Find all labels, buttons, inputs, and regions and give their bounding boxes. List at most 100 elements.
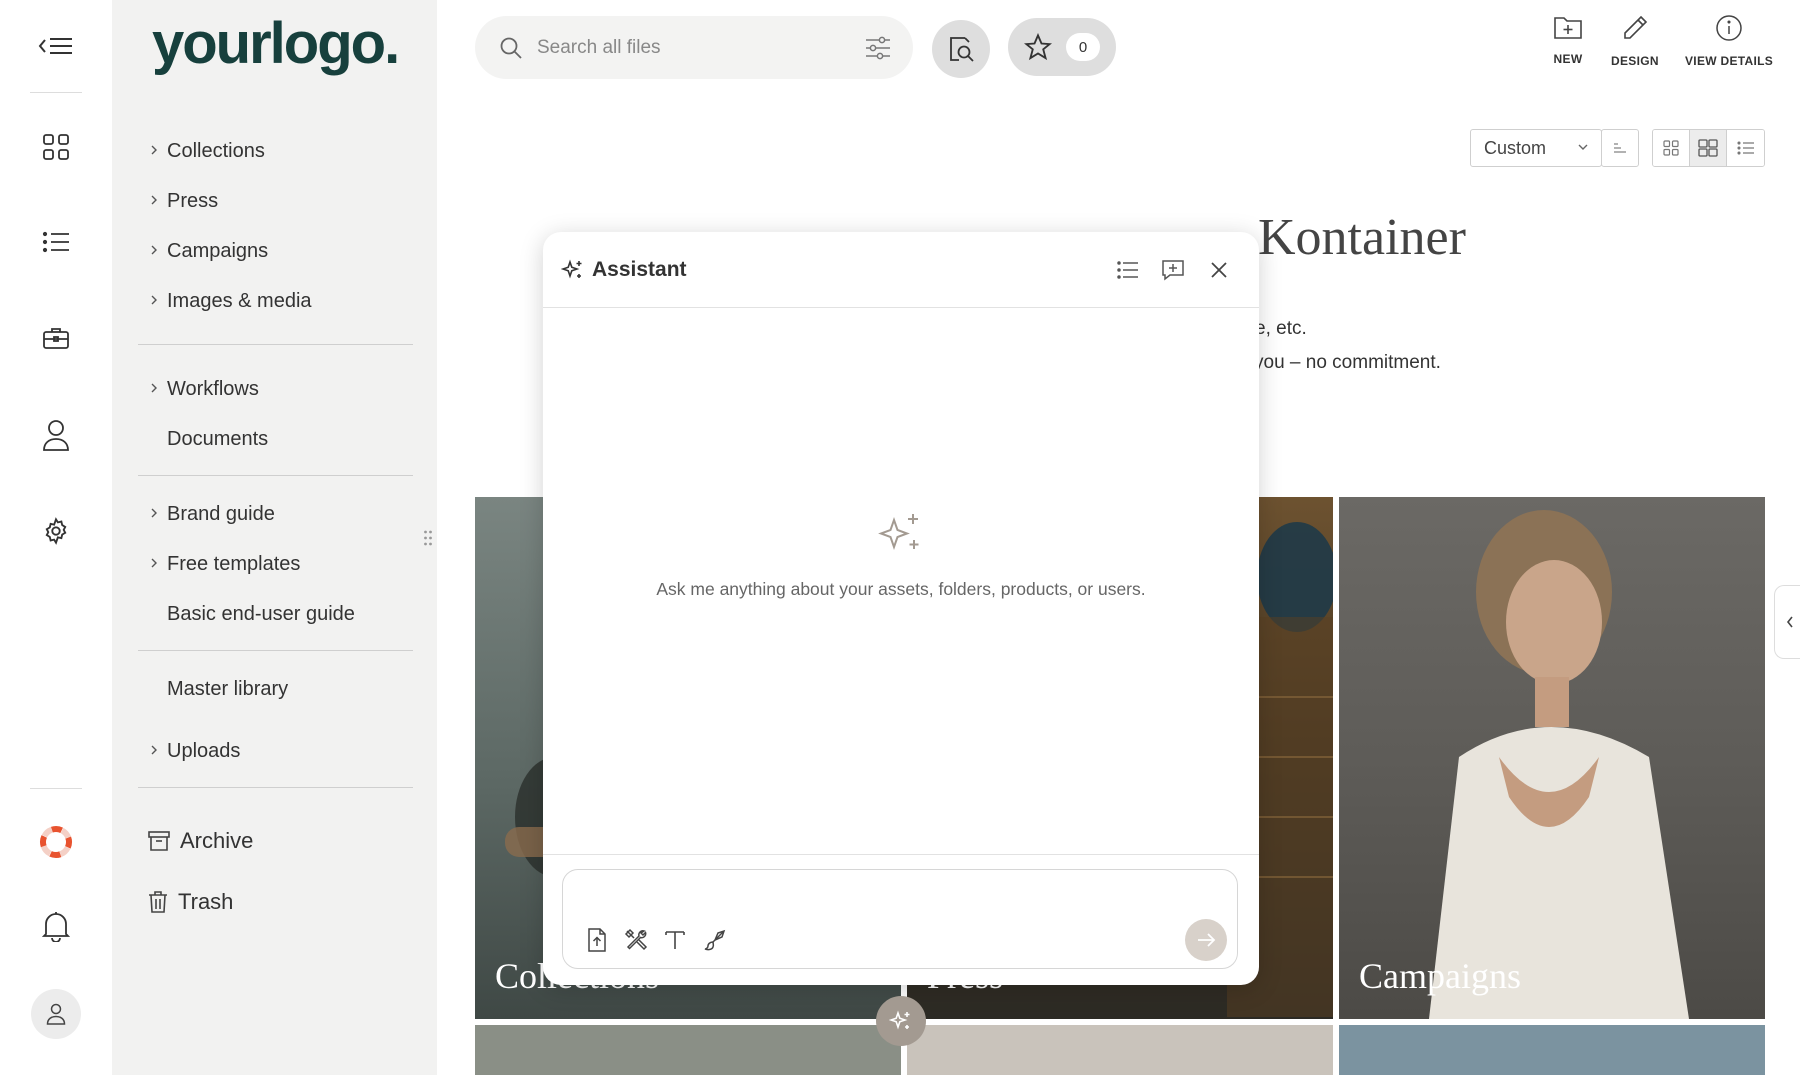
assistant-header: Assistant: [543, 232, 1259, 308]
bell-icon[interactable]: [34, 904, 78, 948]
sidebar-item-label: Uploads: [167, 740, 241, 762]
sidebar-divider: [138, 787, 413, 788]
trash-icon: [149, 891, 167, 913]
sort-select[interactable]: Custom: [1470, 129, 1602, 167]
sort-select-value: Custom: [1484, 137, 1547, 158]
archive-icon: [148, 831, 170, 851]
resize-handle-icon[interactable]: [423, 530, 433, 546]
sidebar-item-label: Basic end-user guide: [167, 603, 355, 625]
sort-direction-button[interactable]: [1601, 129, 1639, 167]
brush-button[interactable]: [701, 926, 729, 954]
chevron-left-icon: [1786, 616, 1793, 628]
sidebar-item-archive[interactable]: Archive: [148, 828, 253, 854]
user-icon[interactable]: [34, 413, 78, 457]
new-chat-button[interactable]: [1161, 258, 1185, 282]
sidebar-item-label: Master library: [167, 678, 289, 700]
assistant-fab-button[interactable]: [876, 996, 926, 1046]
tools-button[interactable]: [622, 926, 650, 954]
advanced-search-button[interactable]: [932, 20, 990, 78]
tile-label: Campaigns: [1359, 956, 1521, 996]
list-icon: [1117, 261, 1138, 279]
chevron-down-icon: [1578, 144, 1588, 150]
chevron-right-icon: [151, 195, 157, 205]
assistant-empty-text: Ask me anything about your assets, folde…: [656, 579, 1146, 599]
attach-file-button[interactable]: [583, 926, 611, 954]
sidebar-item-label: Brand guide: [167, 503, 275, 525]
sidebar-item-free-templates[interactable]: Free templates: [151, 553, 300, 576]
arrow-right-icon: [1198, 933, 1216, 947]
folder-tile[interactable]: [1339, 1025, 1765, 1075]
menu-collapse-icon[interactable]: [34, 24, 78, 68]
chevron-right-icon: [151, 745, 157, 755]
sidebar-item-basic-guide[interactable]: Basic end-user guide: [167, 603, 355, 626]
text-icon: [665, 931, 685, 949]
info-icon: [1716, 15, 1742, 41]
view-small-grid-button[interactable]: [1653, 130, 1690, 166]
sidebar-item-label: Documents: [167, 428, 269, 450]
avatar[interactable]: [31, 989, 81, 1039]
sparkle-icon: [561, 259, 582, 279]
sidebar-item-trash[interactable]: Trash: [148, 889, 233, 915]
sort-lines-icon: [1614, 143, 1626, 153]
rail-divider: [30, 788, 82, 789]
welcome-text-line: e, etc.: [1255, 318, 1307, 339]
brand-logo[interactable]: yourlogo.: [152, 10, 400, 77]
close-button[interactable]: [1207, 258, 1231, 282]
text-format-button[interactable]: [661, 926, 689, 954]
briefcase-icon[interactable]: [34, 316, 78, 360]
folder-tile[interactable]: [907, 1025, 1333, 1075]
sidebar-item-documents[interactable]: Documents: [167, 428, 268, 451]
view-toggle-group: [1652, 129, 1765, 167]
sidebar-item-label: Collections: [167, 140, 265, 162]
filter-sliders-icon[interactable]: [865, 35, 891, 61]
sidebar-item-uploads[interactable]: Uploads: [151, 740, 241, 763]
large-grid-icon: [1698, 139, 1718, 157]
details-panel-toggle[interactable]: [1774, 585, 1800, 659]
sidebar-item-workflows[interactable]: Workflows: [151, 378, 259, 401]
favorites-button[interactable]: 0: [1008, 18, 1116, 76]
assistant-empty-state: Ask me anything about your assets, folde…: [543, 512, 1259, 600]
sidebar-item-collections[interactable]: Collections: [151, 140, 265, 163]
sidebar-item-press[interactable]: Press: [151, 190, 218, 213]
sidebar-item-campaigns[interactable]: Campaigns: [151, 240, 268, 263]
search-icon: [500, 37, 522, 59]
settings-gear-icon[interactable]: [34, 509, 78, 553]
folder-tile[interactable]: [475, 1025, 901, 1075]
rail-divider: [30, 92, 82, 93]
sidebar-item-images-media[interactable]: Images & media: [151, 290, 312, 313]
sidebar-item-label: Workflows: [167, 378, 259, 400]
brush-icon: [704, 929, 726, 951]
assistant-panel: Assistant Ask me anything about your ass…: [543, 232, 1259, 985]
list-view-icon: [1736, 141, 1754, 155]
send-button[interactable]: [1185, 919, 1227, 961]
tools-icon: [624, 928, 648, 951]
sidebar-item-brand-guide[interactable]: Brand guide: [151, 503, 275, 526]
design-label: DESIGN: [1611, 54, 1659, 68]
view-large-grid-button[interactable]: [1690, 130, 1727, 166]
file-upload-icon: [588, 928, 606, 952]
chevron-right-icon: [151, 145, 157, 155]
design-button[interactable]: DESIGN: [1611, 14, 1659, 68]
assistant-input-box: [562, 869, 1238, 969]
new-button[interactable]: NEW: [1553, 14, 1583, 66]
assistant-message-input[interactable]: [579, 880, 1219, 920]
search-bar: [475, 16, 913, 79]
dashboard-grid-icon[interactable]: [34, 125, 78, 169]
assistant-footer-divider: [543, 854, 1259, 855]
sidebar: yourlogo. Collections Press Campaigns Im…: [112, 0, 437, 1075]
view-list-button[interactable]: [1727, 130, 1764, 166]
file-search-icon: [950, 37, 974, 62]
small-grid-icon: [1663, 140, 1679, 156]
sidebar-item-master-library[interactable]: Master library: [167, 678, 288, 701]
view-details-button[interactable]: VIEW DETAILS: [1685, 14, 1773, 68]
sparkle-icon: [889, 1010, 910, 1030]
sparkle-icon: [878, 514, 919, 551]
search-input[interactable]: [537, 36, 837, 59]
help-lifebuoy-icon[interactable]: [34, 820, 78, 864]
folder-tile-campaigns[interactable]: Campaigns: [1339, 497, 1765, 1019]
campaigns-photo: [1429, 510, 1689, 1019]
sidebar-divider: [138, 475, 413, 476]
sidebar-divider: [138, 650, 413, 651]
list-icon[interactable]: [34, 220, 78, 264]
conversation-list-button[interactable]: [1116, 258, 1140, 282]
